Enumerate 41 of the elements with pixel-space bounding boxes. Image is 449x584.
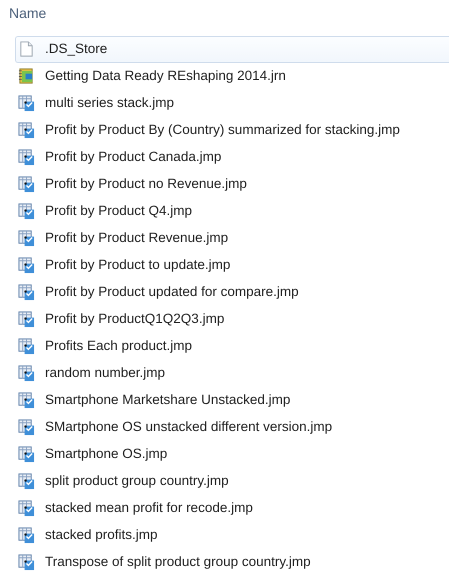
data-table-icon (18, 284, 35, 301)
data-table-icon (18, 257, 35, 274)
data-table-icon (18, 338, 35, 355)
file-row[interactable]: Profit by Product Revenue.jmp (15, 225, 449, 252)
data-table-icon (18, 122, 35, 139)
journal-icon (18, 68, 35, 85)
file-row[interactable]: Profit by Product Canada.jmp (15, 144, 449, 171)
file-row[interactable]: Profit by Product no Revenue.jmp (15, 171, 449, 198)
data-table-icon (18, 554, 35, 571)
file-row[interactable]: Profit by Product updated for compare.jmp (15, 279, 449, 306)
data-table-icon (18, 527, 35, 544)
column-header[interactable]: Name (9, 5, 46, 21)
data-table-icon (18, 230, 35, 247)
file-row[interactable]: Profit by Product to update.jmp (15, 252, 449, 279)
data-table-icon (18, 311, 35, 328)
data-table-icon (18, 365, 35, 382)
file-row[interactable]: multi series stack.jmp (15, 90, 449, 117)
file-row[interactable]: stacked mean profit for recode.jmp (15, 495, 449, 522)
data-table-icon (18, 446, 35, 463)
data-table-icon (18, 419, 35, 436)
file-row[interactable]: random number.jmp (15, 360, 449, 387)
file-row[interactable]: Profit by Product Q4.jmp (15, 198, 449, 225)
file-row[interactable]: Profits Each product.jmp (15, 333, 449, 360)
data-table-icon (18, 149, 35, 166)
data-table-icon (18, 500, 35, 517)
data-table-icon (18, 473, 35, 490)
blank-file-icon (18, 41, 35, 58)
file-row[interactable]: Profit by Product By (Country) summarized for stacking.jmp (15, 117, 449, 144)
data-table-icon (18, 203, 35, 220)
file-row[interactable]: Profit by ProductQ1Q2Q3.jmp (15, 306, 449, 333)
file-row[interactable]: stacked profits.jmp (15, 522, 449, 549)
data-table-icon (18, 176, 35, 193)
file-row[interactable]: Smartphone OS.jmp (15, 441, 449, 468)
data-table-icon (18, 95, 35, 112)
file-row[interactable]: SMartphone OS unstacked different version.jmp (15, 414, 449, 441)
file-row[interactable]: Getting Data Ready REshaping 2014.jrn (15, 63, 449, 90)
file-row[interactable]: .DS_Store (15, 36, 449, 63)
data-table-icon (18, 392, 35, 409)
file-row[interactable]: Transpose of split product group country.jmp (15, 549, 449, 576)
file-row[interactable]: split product group country.jmp (15, 468, 449, 495)
file-row[interactable]: Smartphone Marketshare Unstacked.jmp (15, 387, 449, 414)
